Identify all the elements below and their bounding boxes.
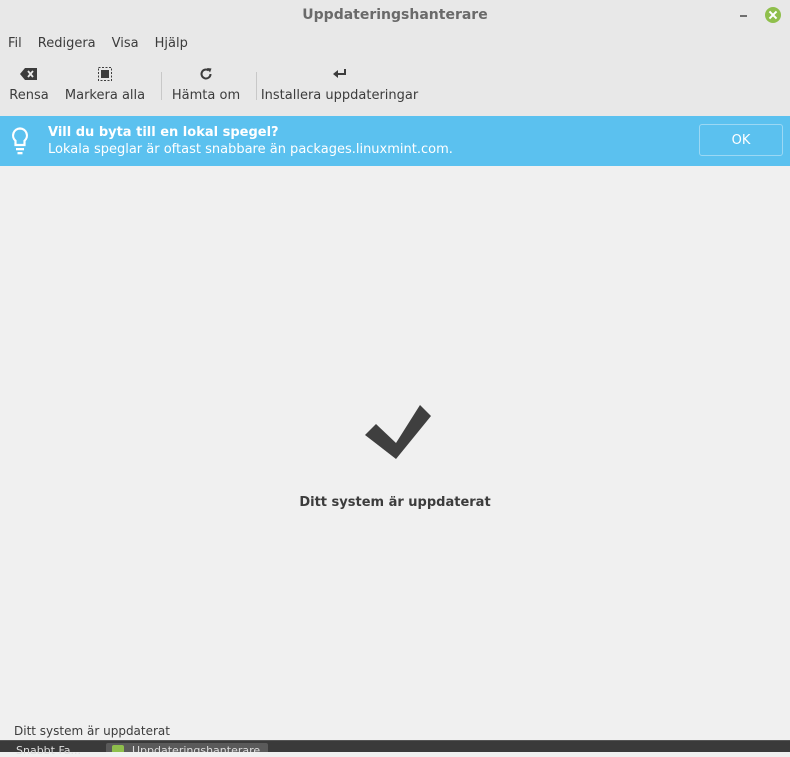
refresh-button[interactable]: Hämta om: [172, 64, 240, 110]
select-all-label: Markera alla: [64, 88, 146, 103]
window-title: Uppdateringshanterare: [302, 7, 488, 23]
ok-button[interactable]: OK: [699, 124, 783, 156]
status-bar-text: Ditt system är uppdaterat: [14, 724, 170, 738]
main-area: Ditt system är uppdaterat Ditt system är…: [0, 166, 790, 740]
status-message: Ditt system är uppdaterat: [299, 495, 491, 510]
install-updates-button[interactable]: Installera uppdateringar: [261, 64, 418, 110]
taskbar: Snabbt Fa... Uppdateringshanterare: [0, 740, 790, 757]
clear-label: Rensa: [9, 88, 49, 103]
menu-redigera[interactable]: Redigera: [30, 36, 104, 51]
enter-arrow-icon: [332, 64, 347, 84]
select-all-button[interactable]: Markera alla: [65, 64, 145, 110]
infobar-detail: Lokala speglar är oftast snabbare än pac…: [48, 142, 453, 157]
minimize-button[interactable]: [736, 7, 752, 23]
title-bar: Uppdateringshanterare: [0, 0, 790, 30]
backspace-icon: [20, 64, 38, 84]
toolbar-separator: [256, 72, 257, 100]
clear-button[interactable]: Rensa: [9, 64, 49, 110]
toolbar-separator: [161, 72, 162, 100]
install-updates-label: Installera uppdateringar: [260, 88, 419, 103]
menu-fil[interactable]: Fil: [0, 36, 30, 51]
menu-hjalp[interactable]: Hjälp: [147, 36, 196, 51]
toolbar: Rensa Markera alla Hämta om Installera u…: [0, 56, 790, 117]
lightbulb-icon: [11, 127, 29, 159]
checkmark-icon: [363, 404, 433, 464]
menu-bar: Fil Redigera Visa Hjälp: [0, 30, 790, 56]
mirror-info-bar: Vill du byta till en lokal spegel? Lokal…: [0, 116, 790, 166]
select-all-icon: [98, 64, 112, 84]
menu-visa[interactable]: Visa: [104, 36, 147, 51]
close-button[interactable]: [765, 7, 781, 23]
refresh-label: Hämta om: [171, 88, 241, 103]
infobar-headline: Vill du byta till en lokal spegel?: [48, 125, 279, 140]
refresh-icon: [199, 64, 213, 84]
